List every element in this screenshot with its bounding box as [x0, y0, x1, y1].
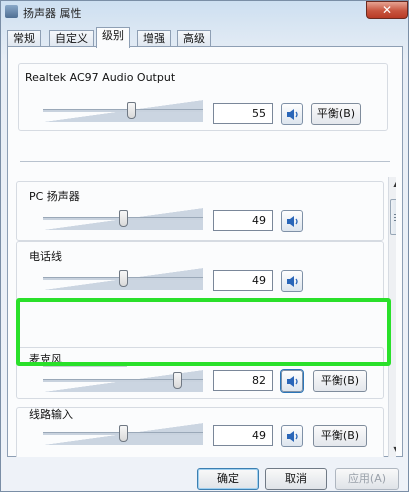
master-level-input[interactable]: 55: [213, 103, 273, 124]
slider-thumb[interactable]: [119, 210, 128, 227]
microphone-level-input[interactable]: 82: [213, 370, 273, 391]
microphone-slider[interactable]: [43, 370, 203, 392]
master-volume-slider[interactable]: [43, 100, 203, 122]
pc-speaker-slider[interactable]: [43, 208, 203, 230]
speaker-icon: [287, 276, 298, 287]
speaker-properties-icon: [5, 5, 18, 18]
line-in-balance-button[interactable]: 平衡(B): [313, 425, 367, 447]
master-mute-button[interactable]: [281, 103, 303, 125]
tab-advanced[interactable]: 高级: [177, 30, 211, 47]
channel-name: 线路输入: [29, 408, 73, 421]
separator: [20, 161, 390, 162]
tick-marks: [43, 366, 127, 367]
channel-name: 电话线: [29, 250, 62, 263]
tab-general[interactable]: 常规: [7, 30, 41, 47]
master-output-group: Realtek AC97 Audio Output 55 平衡(B): [18, 63, 388, 131]
apply-button[interactable]: 应用(A): [335, 468, 399, 490]
levels-panel: Realtek AC97 Audio Output 55 平衡(B) PC 扬声…: [7, 46, 403, 457]
speaker-icon: [287, 109, 298, 120]
title-bar[interactable]: 扬声器 属性 ✕: [1, 1, 409, 23]
tab-enhancements[interactable]: 增强: [137, 30, 171, 47]
slider-thumb[interactable]: [119, 270, 128, 287]
slider-thumb[interactable]: [119, 425, 128, 442]
slider-track: [43, 109, 203, 112]
microphone-mute-button[interactable]: [281, 370, 303, 392]
scroll-up-arrow[interactable]: ▲: [389, 177, 396, 191]
tab-custom[interactable]: 自定义: [49, 30, 94, 47]
channel-line-in: 线路输入 49 平衡(B): [16, 407, 384, 457]
microphone-balance-button[interactable]: 平衡(B): [313, 370, 367, 392]
tab-levels[interactable]: 级别: [96, 27, 130, 48]
close-button[interactable]: ✕: [366, 1, 408, 19]
phone-line-slider[interactable]: [43, 268, 203, 290]
channel-pc-speaker: PC 扬声器 49: [16, 181, 384, 241]
line-in-slider[interactable]: [43, 423, 203, 445]
grip-line: [394, 214, 396, 215]
pc-speaker-level-input[interactable]: 49: [213, 210, 273, 231]
pc-speaker-mute-button[interactable]: [281, 210, 303, 232]
phone-line-level-input[interactable]: 49: [213, 270, 273, 291]
microphone-highlight-box: [16, 298, 391, 366]
scroll-down-arrow[interactable]: ▼: [389, 443, 396, 457]
scrollbar-thumb[interactable]: [390, 199, 396, 235]
cancel-button[interactable]: 取消: [265, 468, 327, 490]
channel-phone-line: 电话线 49: [16, 241, 384, 301]
master-balance-button[interactable]: 平衡(B): [311, 103, 361, 125]
ok-button[interactable]: 确定: [197, 468, 259, 490]
line-in-level-input[interactable]: 49: [213, 425, 273, 446]
grip-line: [394, 217, 396, 218]
speaker-icon: [287, 431, 298, 442]
line-in-mute-button[interactable]: [281, 425, 303, 447]
speaker-icon: [287, 376, 298, 387]
grip-line: [394, 220, 396, 221]
master-device-name: Realtek AC97 Audio Output: [25, 71, 176, 84]
phone-line-mute-button[interactable]: [281, 270, 303, 292]
speaker-icon: [287, 216, 298, 227]
window-title: 扬声器 属性: [23, 7, 82, 20]
close-icon: ✕: [381, 3, 393, 17]
slider-thumb[interactable]: [127, 102, 136, 119]
speaker-properties-window: 扬声器 属性 ✕ 常规 自定义 级别 增强 高级 Realtek AC97 Au…: [0, 0, 409, 492]
slider-thumb[interactable]: [173, 372, 182, 389]
channel-name: PC 扬声器: [29, 190, 80, 203]
